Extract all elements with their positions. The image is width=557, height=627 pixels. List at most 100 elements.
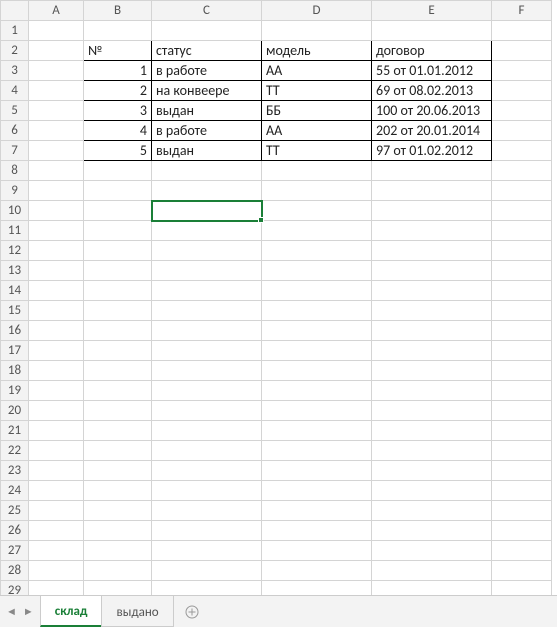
cell-B29[interactable] — [84, 581, 152, 596]
cell-D2[interactable]: модель — [262, 41, 372, 61]
cell-A12[interactable] — [29, 241, 84, 261]
row-header-27[interactable]: 27 — [1, 541, 29, 561]
cell-D28[interactable] — [262, 561, 372, 581]
cell-C25[interactable] — [152, 501, 262, 521]
cell-E18[interactable] — [372, 361, 492, 381]
cell-A15[interactable] — [29, 301, 84, 321]
row-header-22[interactable]: 22 — [1, 441, 29, 461]
cell-D9[interactable] — [262, 181, 372, 201]
cell-D29[interactable] — [262, 581, 372, 596]
row-header-14[interactable]: 14 — [1, 281, 29, 301]
cell-C13[interactable] — [152, 261, 262, 281]
cell-C26[interactable] — [152, 521, 262, 541]
cell-D13[interactable] — [262, 261, 372, 281]
cell-E21[interactable] — [372, 421, 492, 441]
cell-B22[interactable] — [84, 441, 152, 461]
cell-A10[interactable] — [29, 201, 84, 221]
row-header-29[interactable]: 29 — [1, 581, 29, 596]
cell-B21[interactable] — [84, 421, 152, 441]
cell-E20[interactable] — [372, 401, 492, 421]
cell-B11[interactable] — [84, 221, 152, 241]
cell-C3[interactable]: в работе — [152, 61, 262, 81]
row-header-3[interactable]: 3 — [1, 61, 29, 81]
cell-C15[interactable] — [152, 301, 262, 321]
cell-B20[interactable] — [84, 401, 152, 421]
sheet-tab-выдано[interactable]: выдано — [101, 596, 173, 627]
cell-C23[interactable] — [152, 461, 262, 481]
cell-D25[interactable] — [262, 501, 372, 521]
cell-F18[interactable] — [492, 361, 552, 381]
cell-C21[interactable] — [152, 421, 262, 441]
cell-D6[interactable]: АА — [262, 121, 372, 141]
row-header-2[interactable]: 2 — [1, 41, 29, 61]
row-header-21[interactable]: 21 — [1, 421, 29, 441]
cell-D3[interactable]: АА — [262, 61, 372, 81]
row-header-4[interactable]: 4 — [1, 81, 29, 101]
cell-E24[interactable] — [372, 481, 492, 501]
cell-E28[interactable] — [372, 561, 492, 581]
cell-A28[interactable] — [29, 561, 84, 581]
cell-D14[interactable] — [262, 281, 372, 301]
cell-B17[interactable] — [84, 341, 152, 361]
cell-F24[interactable] — [492, 481, 552, 501]
cell-B2[interactable]: № — [84, 41, 152, 61]
cell-A26[interactable] — [29, 521, 84, 541]
cell-D21[interactable] — [262, 421, 372, 441]
cell-E7[interactable]: 97 от 01.02.2012 — [372, 141, 492, 161]
cell-B28[interactable] — [84, 561, 152, 581]
cell-E25[interactable] — [372, 501, 492, 521]
cell-F14[interactable] — [492, 281, 552, 301]
cell-D7[interactable]: ТТ — [262, 141, 372, 161]
cell-E2[interactable]: договор — [372, 41, 492, 61]
cell-F10[interactable] — [492, 201, 552, 221]
cell-F4[interactable] — [492, 81, 552, 101]
cell-F3[interactable] — [492, 61, 552, 81]
cell-F16[interactable] — [492, 321, 552, 341]
cell-A3[interactable] — [29, 61, 84, 81]
cell-F28[interactable] — [492, 561, 552, 581]
cell-A16[interactable] — [29, 321, 84, 341]
cell-A13[interactable] — [29, 261, 84, 281]
cell-C10[interactable] — [152, 201, 262, 221]
cell-A7[interactable] — [29, 141, 84, 161]
cell-F11[interactable] — [492, 221, 552, 241]
cell-F2[interactable] — [492, 41, 552, 61]
cell-B7[interactable]: 5 — [84, 141, 152, 161]
cell-D12[interactable] — [262, 241, 372, 261]
cell-C5[interactable]: выдан — [152, 101, 262, 121]
cell-B5[interactable]: 3 — [84, 101, 152, 121]
cell-A25[interactable] — [29, 501, 84, 521]
cell-E4[interactable]: 69 от 08.02.2013 — [372, 81, 492, 101]
cell-F6[interactable] — [492, 121, 552, 141]
cell-C2[interactable]: статус — [152, 41, 262, 61]
cell-E8[interactable] — [372, 161, 492, 181]
cell-B23[interactable] — [84, 461, 152, 481]
cell-E17[interactable] — [372, 341, 492, 361]
cell-B18[interactable] — [84, 361, 152, 381]
cell-B4[interactable]: 2 — [84, 81, 152, 101]
col-header-D[interactable]: D — [262, 1, 372, 21]
row-header-26[interactable]: 26 — [1, 521, 29, 541]
cell-C17[interactable] — [152, 341, 262, 361]
cell-A29[interactable] — [29, 581, 84, 596]
cell-D15[interactable] — [262, 301, 372, 321]
cell-B8[interactable] — [84, 161, 152, 181]
cell-F15[interactable] — [492, 301, 552, 321]
cell-F13[interactable] — [492, 261, 552, 281]
cell-D19[interactable] — [262, 381, 372, 401]
cell-B16[interactable] — [84, 321, 152, 341]
add-sheet-button[interactable] — [173, 596, 211, 627]
row-header-19[interactable]: 19 — [1, 381, 29, 401]
cell-C6[interactable]: в работе — [152, 121, 262, 141]
cell-B6[interactable]: 4 — [84, 121, 152, 141]
cell-F8[interactable] — [492, 161, 552, 181]
cell-D8[interactable] — [262, 161, 372, 181]
cell-E29[interactable] — [372, 581, 492, 596]
row-header-17[interactable]: 17 — [1, 341, 29, 361]
cell-E19[interactable] — [372, 381, 492, 401]
cell-E14[interactable] — [372, 281, 492, 301]
cell-A6[interactable] — [29, 121, 84, 141]
cell-F7[interactable] — [492, 141, 552, 161]
row-header-1[interactable]: 1 — [1, 21, 29, 41]
cell-E1[interactable] — [372, 21, 492, 41]
